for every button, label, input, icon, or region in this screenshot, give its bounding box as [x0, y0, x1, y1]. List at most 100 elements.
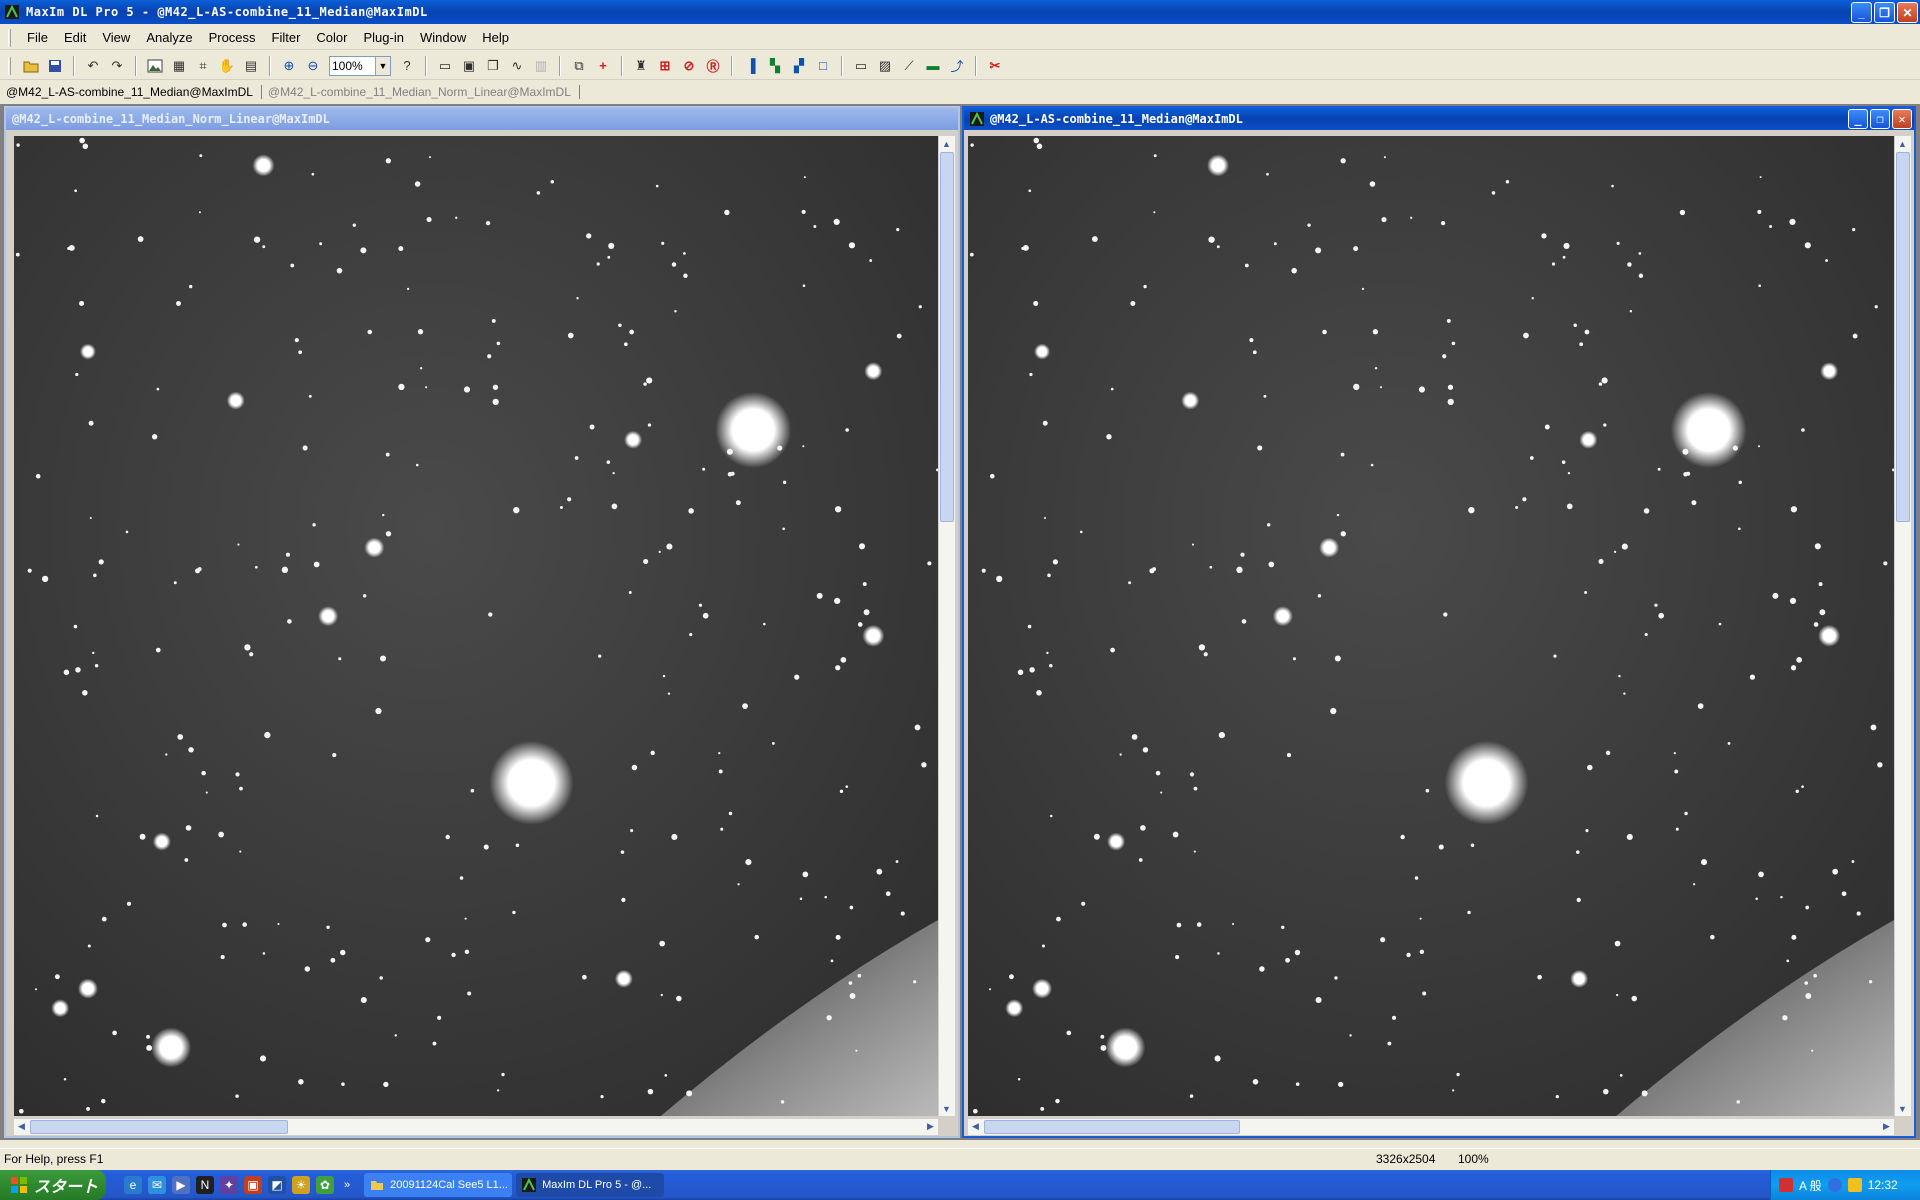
menu-color[interactable]: Color: [308, 28, 355, 47]
screen-stretch-icon[interactable]: ▤: [241, 56, 261, 76]
vertical-scrollbar-right[interactable]: ▲ ▼: [1894, 136, 1911, 1116]
scroll-right-arrow-icon[interactable]: ▶: [1879, 1119, 1894, 1134]
graph-icon[interactable]: ⟋: [899, 56, 919, 76]
rectangle-icon[interactable]: ▭: [851, 56, 871, 76]
ruler-icon[interactable]: ▬: [923, 56, 943, 76]
image-icon[interactable]: [145, 56, 165, 76]
combine-icon[interactable]: ▞: [789, 56, 809, 76]
stop-camera-icon[interactable]: ⊘: [679, 56, 699, 76]
scroll-down-arrow-icon[interactable]: ▼: [939, 1101, 954, 1116]
scroll-left-arrow-icon[interactable]: ◀: [14, 1119, 29, 1134]
maxim-quicklaunch-icon[interactable]: N: [196, 1176, 214, 1194]
mdi-client-area: @M42_L-combine_11_Median_Norm_Linear@Max…: [0, 104, 1920, 1140]
photo-icon[interactable]: ▨: [875, 56, 895, 76]
camera-control-icon[interactable]: ▭: [435, 56, 455, 76]
square-icon[interactable]: □: [813, 56, 833, 76]
vertical-scrollbar-left[interactable]: ▲ ▼: [938, 136, 955, 1116]
image-window-left[interactable]: @M42_L-combine_11_Median_Norm_Linear@Max…: [4, 106, 960, 1138]
image-settings-icon[interactable]: ▦: [169, 56, 189, 76]
scissors-icon[interactable]: ✂: [985, 56, 1005, 76]
redo-icon[interactable]: ↷: [107, 56, 127, 76]
star-field-image-left[interactable]: [14, 136, 938, 1116]
menu-file[interactable]: File: [19, 28, 56, 47]
notification-icon[interactable]: [1847, 1178, 1862, 1192]
telescope-icon[interactable]: ♜: [631, 56, 651, 76]
outlook-icon[interactable]: ✉: [148, 1176, 166, 1194]
minimize-button[interactable]: _: [1851, 2, 1872, 23]
menu-grip[interactable]: [8, 28, 11, 47]
menu-filter[interactable]: Filter: [264, 28, 309, 47]
windows-flag-icon: [11, 1177, 27, 1193]
child-close-button[interactable]: ✕: [1892, 109, 1912, 129]
scroll-up-arrow-icon[interactable]: ▲: [939, 136, 954, 151]
task-maxim[interactable]: MaxIm DL Pro 5 - @...: [516, 1173, 665, 1197]
align-icon[interactable]: ▚: [765, 56, 785, 76]
ie-icon[interactable]: e: [124, 1176, 142, 1194]
scroll-right-arrow-icon[interactable]: ▶: [923, 1119, 938, 1134]
crosshair-icon[interactable]: +: [593, 56, 613, 76]
restore-button[interactable]: ❐: [1874, 2, 1895, 23]
bar-graph-icon[interactable]: ▐: [741, 56, 761, 76]
task-explorer[interactable]: 20091124Cal See5 L1...: [364, 1173, 513, 1197]
line-profile-icon[interactable]: ⤴: [947, 56, 967, 76]
quick-launch-more-icon[interactable]: »: [344, 1179, 350, 1191]
hand-pan-icon[interactable]: ✋: [217, 56, 237, 76]
menu-plugin[interactable]: Plug-in: [356, 28, 412, 47]
menu-window[interactable]: Window: [412, 28, 474, 47]
media-player-icon[interactable]: ▶: [172, 1176, 190, 1194]
network-icon[interactable]: [1827, 1178, 1842, 1192]
open-icon[interactable]: [21, 56, 41, 76]
app-title-bar[interactable]: MaxIm DL Pro 5 - @M42_L-AS-combine_11_Me…: [0, 0, 1920, 24]
child-minimize-button[interactable]: _: [1848, 109, 1868, 129]
scroll-down-arrow-icon[interactable]: ▼: [1895, 1101, 1910, 1116]
crop-icon[interactable]: ⌗: [193, 56, 213, 76]
close-button[interactable]: ✕: [1897, 2, 1918, 23]
star-field-image-right[interactable]: [968, 136, 1894, 1116]
horizontal-scrollbar-right[interactable]: ◀ ▶: [968, 1118, 1894, 1135]
menu-edit[interactable]: Edit: [56, 28, 94, 47]
zoom-out-icon[interactable]: ⊖: [303, 56, 323, 76]
horizontal-scroll-thumb-right[interactable]: [984, 1120, 1240, 1134]
gallery-icon[interactable]: ▣: [244, 1176, 262, 1194]
window-tabs: @M42_L-AS-combine_11_Median@MaxImDL @M42…: [0, 82, 1920, 102]
scroll-left-arrow-icon[interactable]: ◀: [968, 1119, 983, 1134]
wizard-icon[interactable]: ✦: [220, 1176, 238, 1194]
child-maximize-button[interactable]: ❐: [1870, 109, 1890, 129]
menu-process[interactable]: Process: [201, 28, 264, 47]
copy-icon[interactable]: ⧉: [569, 56, 589, 76]
ime-indicator[interactable]: A 般: [1799, 1177, 1822, 1194]
context-help-icon[interactable]: ?: [397, 56, 417, 76]
antivirus-icon[interactable]: [1779, 1178, 1793, 1192]
observatory-icon[interactable]: ▣: [459, 56, 479, 76]
image-window-right-title-bar[interactable]: @M42_L-AS-combine_11_Median@MaxImDL _ ❐ …: [964, 108, 1914, 130]
vertical-scroll-thumb-left[interactable]: [940, 152, 954, 522]
menu-help[interactable]: Help: [474, 28, 517, 47]
image-window-right[interactable]: @M42_L-AS-combine_11_Median@MaxImDL _ ❐ …: [962, 106, 1916, 1138]
menu-analyze[interactable]: Analyze: [138, 28, 200, 47]
status-image-dimensions: 3326x2504: [1376, 1151, 1436, 1166]
frog-icon[interactable]: ✿: [316, 1176, 334, 1194]
window-tab-active[interactable]: @M42_L-AS-combine_11_Median@MaxImDL: [6, 85, 262, 99]
toolbar-grip[interactable]: [8, 56, 11, 75]
scroll-up-arrow-icon[interactable]: ▲: [1895, 136, 1910, 151]
save-icon[interactable]: [45, 56, 65, 76]
chevron-down-icon[interactable]: ▼: [375, 56, 390, 75]
start-button[interactable]: スタート: [0, 1170, 106, 1200]
curves-icon[interactable]: ∿: [507, 56, 527, 76]
window-tab-inactive[interactable]: @M42_L-combine_11_Median_Norm_Linear@Max…: [268, 85, 580, 99]
sun-icon[interactable]: ☀: [292, 1176, 310, 1194]
menu-view[interactable]: View: [94, 28, 138, 47]
undo-icon[interactable]: ↶: [83, 56, 103, 76]
target-icon[interactable]: ⊞: [655, 56, 675, 76]
horizontal-scroll-thumb-left[interactable]: [30, 1120, 288, 1134]
zoom-select[interactable]: 100% ▼: [329, 55, 391, 76]
vertical-scroll-thumb-right[interactable]: [1896, 152, 1910, 522]
toolbar-separator: [621, 55, 623, 76]
photo-editor-icon[interactable]: ◩: [268, 1176, 286, 1194]
image-window-left-title-bar[interactable]: @M42_L-combine_11_Median_Norm_Linear@Max…: [6, 108, 958, 130]
histogram-disabled-icon[interactable]: ▥: [531, 56, 551, 76]
zoom-in-icon[interactable]: ⊕: [279, 56, 299, 76]
horizontal-scrollbar-left[interactable]: ◀ ▶: [14, 1118, 938, 1135]
stack-icon[interactable]: ❐: [483, 56, 503, 76]
abort-icon[interactable]: Ⓡ: [703, 56, 723, 76]
